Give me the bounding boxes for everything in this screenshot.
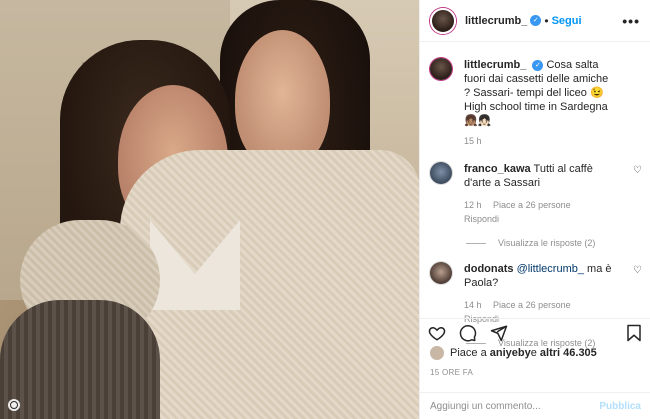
photo-person-right-face: [235, 30, 330, 170]
caption-username[interactable]: littlecrumb_: [464, 59, 526, 71]
comment-body: franco_kawa Tutti al caffè d'arte a Sass…: [464, 162, 614, 226]
bookmark-icon[interactable]: [625, 324, 643, 342]
share-icon[interactable]: [490, 324, 508, 342]
comment-time[interactable]: 12 h: [464, 200, 482, 210]
comment-username[interactable]: franco_kawa: [464, 163, 531, 175]
verified-icon: ✓: [532, 59, 544, 71]
caption-time[interactable]: 15 h: [464, 136, 482, 146]
comment-like-icon[interactable]: ♡: [633, 265, 642, 276]
more-options-icon[interactable]: •••: [622, 13, 640, 29]
comment-avatar[interactable]: [430, 162, 452, 184]
caption: littlecrumb_ ✓ Cosa salta fuori dai cass…: [430, 58, 645, 148]
tagged-user-icon[interactable]: [8, 399, 20, 411]
view-replies-button[interactable]: Visualizza le risposte (2): [466, 238, 645, 248]
likes-prefix: Piace a: [450, 347, 487, 359]
replies-line: [466, 242, 486, 244]
comments-list: littlecrumb_ ✓ Cosa salta fuori dai cass…: [430, 58, 645, 348]
view-replies-label: Visualizza le risposte (2): [498, 238, 596, 248]
follow-button[interactable]: Segui: [552, 15, 582, 27]
likes-summary[interactable]: Piace a aniyeby e altri 46.305: [430, 346, 597, 360]
comment-icon[interactable]: [459, 324, 477, 342]
caption-avatar[interactable]: [430, 58, 452, 80]
comment-item: franco_kawa Tutti al caffè d'arte a Sass…: [430, 162, 645, 226]
comment-body: dodonats @littlecrumb_ ma è Paola? 14 h …: [464, 262, 614, 326]
comment-item: dodonats @littlecrumb_ ma è Paola? 14 h …: [430, 262, 645, 326]
post-photo[interactable]: Lil: [0, 0, 419, 419]
post-header: littlecrumb_ ✓ • Segui •••: [420, 0, 650, 42]
comment-meta: 12 h Piace a 26 persone Rispondi: [464, 198, 614, 226]
comment-likes[interactable]: Piace a 26 persone: [493, 300, 571, 310]
caption-body: littlecrumb_ ✓ Cosa salta fuori dai cass…: [464, 58, 614, 148]
comment-time[interactable]: 14 h: [464, 300, 482, 310]
comment-avatar[interactable]: [430, 262, 452, 284]
verified-icon: ✓: [530, 15, 542, 26]
action-bar: [420, 318, 650, 346]
post-sidebar: littlecrumb_ ✓ • Segui ••• littlecrumb_ …: [419, 0, 650, 419]
liker-username[interactable]: aniyeby: [490, 347, 531, 359]
caption-text-2: High school time in Sardegna 👧🏽👧🏻: [464, 101, 608, 127]
comment-mention[interactable]: @littlecrumb_: [517, 263, 584, 275]
reply-button[interactable]: Rispondi: [464, 214, 499, 224]
comment-username[interactable]: dodonats: [464, 263, 514, 275]
photo-skirt: [0, 300, 160, 419]
add-comment-bar: Pubblica: [420, 392, 650, 419]
likes-others[interactable]: altri 46.305: [540, 347, 597, 359]
likes-middle: e: [530, 347, 537, 359]
heart-icon[interactable]: [428, 324, 446, 342]
liker-avatar: [430, 346, 444, 360]
avatar[interactable]: [430, 7, 456, 34]
comment-like-icon[interactable]: ♡: [633, 165, 642, 176]
dot-separator: •: [544, 13, 549, 28]
publish-button[interactable]: Pubblica: [599, 401, 641, 412]
header-username[interactable]: littlecrumb_: [465, 15, 527, 27]
post-timestamp[interactable]: 15 ORE FA: [430, 368, 473, 377]
comment-likes[interactable]: Piace a 26 persone: [493, 200, 571, 210]
comment-input[interactable]: [430, 400, 600, 412]
